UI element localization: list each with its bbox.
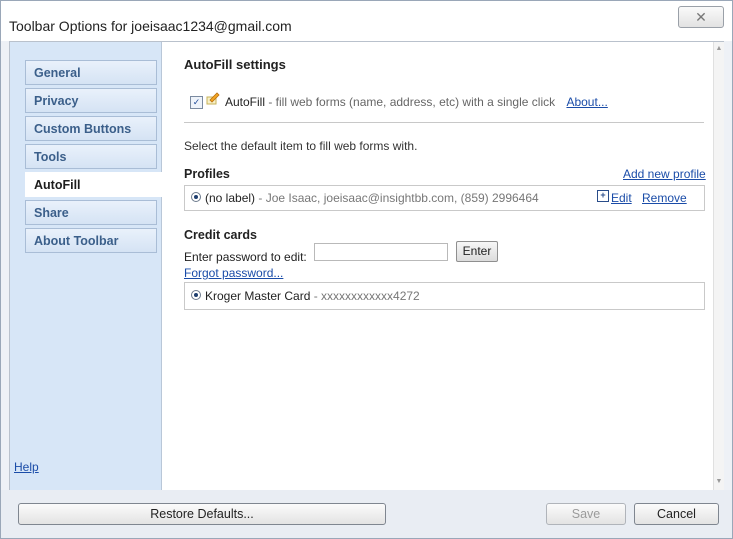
scroll-up-arrow-icon[interactable]: ▲ [714, 45, 724, 52]
button-bar: Restore Defaults... Save Cancel [1, 490, 732, 538]
remove-profile-link[interactable]: Remove [642, 191, 687, 205]
close-icon: ✕ [695, 9, 707, 25]
card-radio[interactable] [191, 290, 201, 300]
sidebar-item-tools[interactable]: Tools [25, 144, 157, 169]
help-link[interactable]: Help [14, 460, 39, 474]
sidebar-item-autofill[interactable]: AutoFill [25, 172, 165, 197]
credit-card-row: Kroger Master Card - xxxxxxxxxxxx4272 [184, 282, 705, 310]
options-window: Toolbar Options for joeisaac1234@gmail.c… [0, 0, 733, 539]
save-button[interactable]: Save [546, 503, 626, 525]
section-heading: AutoFill settings [184, 57, 286, 72]
profiles-heading: Profiles [184, 167, 230, 181]
about-link[interactable]: About... [566, 95, 607, 109]
card-summary: Kroger Master Card - xxxxxxxxxxxx4272 [205, 289, 420, 303]
sidebar-item-about-toolbar[interactable]: About Toolbar [25, 228, 157, 253]
window-title: Toolbar Options for joeisaac1234@gmail.c… [9, 18, 292, 34]
add-new-profile-link[interactable]: Add new profile [623, 167, 706, 181]
close-button[interactable]: ✕ [678, 6, 724, 28]
autofill-desc: - fill web forms (name, address, etc) wi… [265, 95, 556, 109]
cancel-button[interactable]: Cancel [634, 503, 719, 525]
restore-defaults-button[interactable]: Restore Defaults... [18, 503, 386, 525]
pencil-icon [206, 92, 220, 105]
enter-button[interactable]: Enter [456, 241, 498, 262]
password-label: Enter password to edit: [184, 250, 307, 264]
profile-radio[interactable] [191, 192, 201, 202]
plus-icon[interactable]: + [597, 190, 609, 202]
profile-label: (no label) [205, 191, 256, 205]
forgot-password-link[interactable]: Forgot password... [184, 266, 283, 280]
sidebar-item-privacy[interactable]: Privacy [25, 88, 157, 113]
card-number: - xxxxxxxxxxxx4272 [310, 289, 420, 303]
sidebar-item-share[interactable]: Share [25, 200, 157, 225]
title-bar: Toolbar Options for joeisaac1234@gmail.c… [1, 1, 732, 41]
sidebar-item-general[interactable]: General [25, 60, 157, 85]
card-label: Kroger Master Card [205, 289, 311, 303]
select-default-text: Select the default item to fill web form… [184, 139, 418, 153]
divider [184, 122, 704, 123]
profile-details: - Joe Isaac, joeisaac@insightbb.com, (85… [255, 191, 539, 205]
autofill-checkbox[interactable]: ✓ [190, 96, 203, 109]
profile-summary: (no label) - Joe Isaac, joeisaac@insight… [205, 191, 539, 205]
sidebar-item-custom-buttons[interactable]: Custom Buttons [25, 116, 157, 141]
scrollbar[interactable]: ▲ ▼ [713, 42, 724, 490]
content-panel: General Privacy Custom Buttons Tools Aut… [9, 41, 724, 491]
credit-cards-heading: Credit cards [184, 228, 257, 242]
scroll-down-arrow-icon[interactable]: ▼ [714, 478, 724, 485]
profile-row: (no label) - Joe Isaac, joeisaac@insight… [184, 185, 705, 211]
autofill-settings-pane: AutoFill settings ✓ AutoFill - fill web … [162, 42, 713, 490]
password-input[interactable] [314, 243, 448, 261]
sidebar: General Privacy Custom Buttons Tools Aut… [10, 42, 165, 490]
autofill-label: AutoFill [225, 95, 266, 109]
edit-profile-link[interactable]: Edit [611, 191, 632, 205]
autofill-description: AutoFill - fill web forms (name, address… [225, 95, 608, 109]
